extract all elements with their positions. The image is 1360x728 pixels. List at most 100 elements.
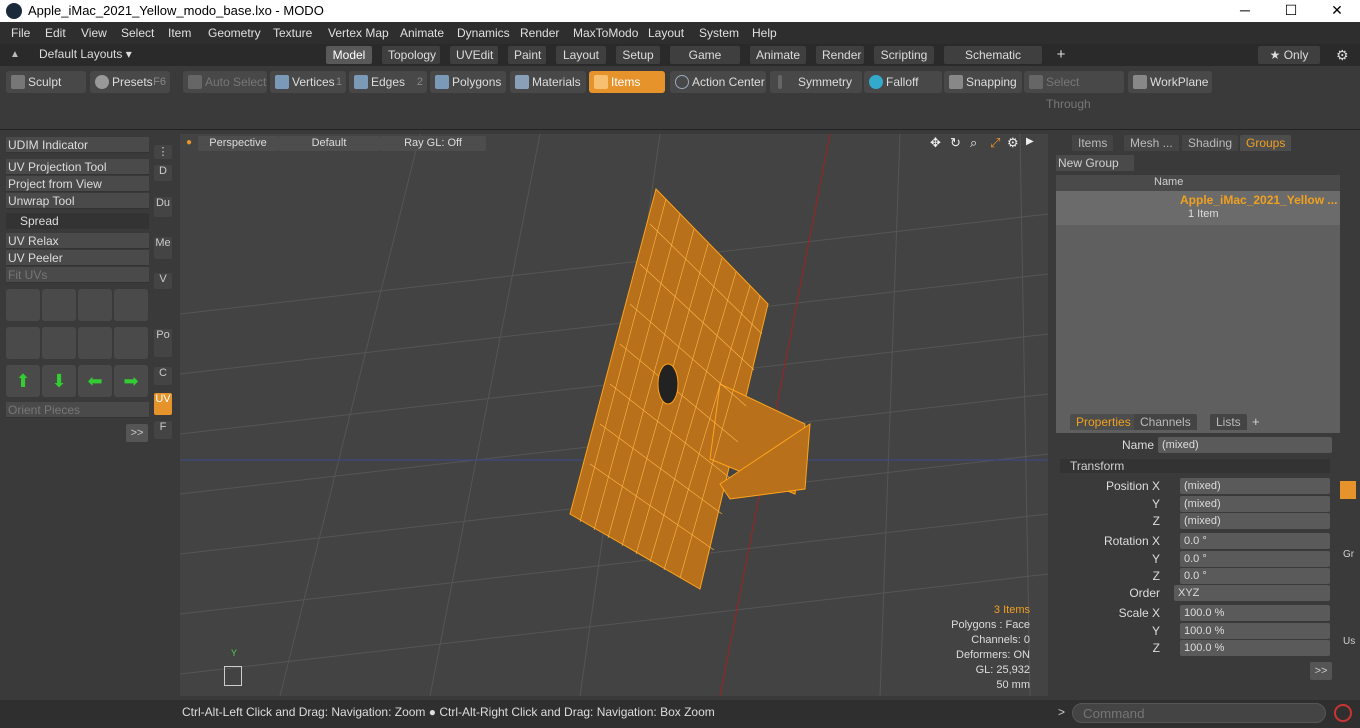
tab-layout[interactable]: Layout: [556, 46, 606, 64]
tab-model[interactable]: Model: [326, 46, 372, 64]
viewport-expand-icon[interactable]: ▶: [1026, 136, 1034, 147]
uv-transform-icon[interactable]: [6, 289, 40, 321]
edges-button[interactable]: Edges 2: [349, 71, 427, 93]
menu-item[interactable]: Item: [168, 26, 191, 40]
orient-pieces-button[interactable]: Orient Pieces: [6, 402, 149, 418]
vtab-uv[interactable]: UV: [154, 393, 172, 415]
tab-items[interactable]: Items: [1072, 135, 1114, 151]
arrow-right-icon[interactable]: ➡: [114, 365, 148, 397]
imac-wireframe[interactable]: [569, 188, 811, 590]
tab-schematic-fusion[interactable]: Schematic Fusion: [944, 46, 1042, 80]
vtab-po[interactable]: Po: [154, 329, 172, 357]
vertices-button[interactable]: Vertices 1: [270, 71, 346, 93]
rotation-y-field[interactable]: 0.0 °: [1180, 551, 1330, 567]
shading-dropdown[interactable]: Default: [278, 136, 380, 151]
menu-file[interactable]: File: [11, 26, 30, 40]
spread-section[interactable]: Spread: [6, 213, 149, 229]
add-property-tab[interactable]: +: [1252, 414, 1260, 429]
uv-sphere-icon[interactable]: [114, 327, 148, 359]
gear-icon[interactable]: ⚙: [1336, 47, 1349, 64]
side-tab-gr[interactable]: Gr: [1343, 549, 1354, 560]
properties-side-tab[interactable]: [1340, 481, 1356, 499]
polygons-button[interactable]: Polygons: [430, 71, 506, 93]
command-input[interactable]: [1072, 703, 1326, 723]
vtab-f[interactable]: F: [154, 421, 172, 439]
rotate-view-icon[interactable]: ↻: [950, 135, 961, 151]
record-icon[interactable]: [1334, 704, 1352, 722]
menu-render[interactable]: Render: [520, 26, 559, 40]
arrow-down-icon[interactable]: ⬇: [42, 365, 76, 397]
side-tab-us[interactable]: Us: [1343, 636, 1355, 647]
menu-texture[interactable]: Texture: [273, 26, 312, 40]
arrow-up-icon[interactable]: ⬆: [6, 365, 40, 397]
maximize-button[interactable]: ☐: [1268, 0, 1314, 22]
tab-lists[interactable]: Lists: [1210, 414, 1247, 430]
action-center-button[interactable]: Action Center: [670, 71, 766, 93]
unwrap-tool-button[interactable]: Unwrap Tool: [6, 193, 149, 209]
menu-help[interactable]: Help: [752, 26, 777, 40]
menu-animate[interactable]: Animate: [400, 26, 444, 40]
order-dropdown[interactable]: XYZ: [1174, 585, 1330, 601]
perspective-dropdown[interactable]: Perspective: [198, 136, 278, 151]
pan-icon[interactable]: ✥: [930, 135, 941, 151]
sculpt-button[interactable]: Sculpt: [6, 71, 86, 93]
position-y-field[interactable]: (mixed): [1180, 496, 1330, 512]
raygl-toggle[interactable]: Ray GL: Off: [380, 136, 486, 151]
position-z-field[interactable]: (mixed): [1180, 513, 1330, 529]
menu-select[interactable]: Select: [121, 26, 154, 40]
layout-up-icon[interactable]: ▲: [10, 49, 20, 60]
menu-system[interactable]: System: [699, 26, 739, 40]
materials-button[interactable]: Materials: [510, 71, 586, 93]
more-properties-button[interactable]: >>: [1310, 662, 1332, 680]
new-group-button[interactable]: New Group: [1056, 155, 1134, 171]
menu-dynamics[interactable]: Dynamics: [457, 26, 510, 40]
workplane-button[interactable]: WorkPlane: [1128, 71, 1212, 93]
symmetry-button[interactable]: Symmetry: [770, 71, 862, 93]
rotation-x-field[interactable]: 0.0 °: [1180, 533, 1330, 549]
uv-peeler-button[interactable]: UV Peeler: [6, 250, 149, 266]
viewport-dot-icon[interactable]: ●: [186, 137, 192, 148]
tab-animate[interactable]: Animate: [750, 46, 806, 64]
arrow-left-icon[interactable]: ⬅: [78, 365, 112, 397]
items-button[interactable]: Items: [589, 71, 665, 93]
project-from-view-button[interactable]: Project from View: [6, 176, 149, 192]
viewport-settings-icon[interactable]: ⚙: [1007, 135, 1019, 151]
uv-rotate-icon[interactable]: [42, 289, 76, 321]
add-tab-button[interactable]: +: [1050, 46, 1072, 64]
menu-maxtomodo[interactable]: MaxToModo: [573, 26, 638, 40]
tab-paint[interactable]: Paint: [508, 46, 546, 64]
menu-edit[interactable]: Edit: [45, 26, 66, 40]
position-x-field[interactable]: (mixed): [1180, 478, 1330, 494]
tab-shading[interactable]: Shading: [1182, 135, 1239, 151]
close-button[interactable]: ✕: [1314, 0, 1360, 22]
uv-plane-icon[interactable]: [42, 327, 76, 359]
snapping-button[interactable]: Snapping: [944, 71, 1022, 93]
tab-uvedit[interactable]: UVEdit: [450, 46, 498, 64]
tab-properties[interactable]: Properties: [1070, 414, 1137, 430]
tab-setup[interactable]: Setup: [616, 46, 660, 64]
uv-pyramid-icon[interactable]: [78, 327, 112, 359]
group-name[interactable]: Apple_iMac_2021_Yellow ...: [1180, 193, 1337, 207]
presets-button[interactable]: Presets F6: [90, 71, 170, 93]
menu-layout[interactable]: Layout: [648, 26, 684, 40]
menu-view[interactable]: View: [81, 26, 107, 40]
vtab-c[interactable]: C: [154, 367, 172, 385]
uv-relax-button[interactable]: UV Relax: [6, 233, 149, 249]
name-field[interactable]: (mixed): [1158, 437, 1332, 453]
menu-geometry[interactable]: Geometry: [208, 26, 261, 40]
scale-z-field[interactable]: 100.0 %: [1180, 640, 1330, 656]
tab-groups[interactable]: Groups: [1240, 135, 1292, 151]
tab-render[interactable]: Render: [816, 46, 864, 64]
vtab-d[interactable]: D: [154, 165, 172, 181]
tab-scripting[interactable]: Scripting: [874, 46, 934, 64]
menu-vertex-map[interactable]: Vertex Map: [328, 26, 389, 40]
default-layouts-dropdown[interactable]: Default Layouts ▾: [39, 47, 132, 61]
tab-channels[interactable]: Channels: [1134, 414, 1197, 430]
uv-move-icon[interactable]: [78, 289, 112, 321]
uv-projection-tool-button[interactable]: UV Projection Tool: [6, 159, 149, 175]
transform-section[interactable]: Transform: [1060, 459, 1330, 473]
only-toggle[interactable]: ★ Only: [1258, 46, 1320, 64]
falloff-button[interactable]: Falloff: [864, 71, 942, 93]
zoom-icon[interactable]: ⌕: [970, 135, 977, 151]
tab-mesh[interactable]: Mesh ...: [1124, 135, 1179, 151]
